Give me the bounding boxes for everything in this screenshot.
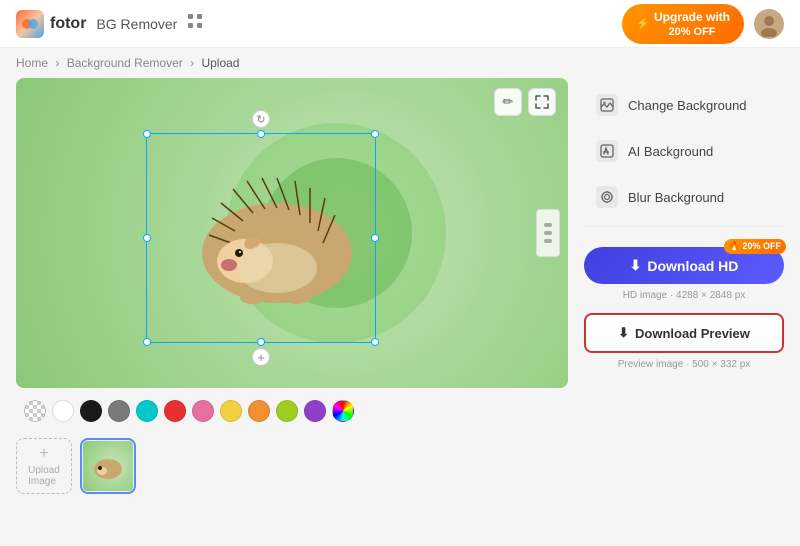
expand-tool-button[interactable]	[528, 88, 556, 116]
handle-top-left[interactable]	[143, 130, 151, 138]
header-right: ⚡ Upgrade with 20% OFF	[622, 4, 784, 44]
breadcrumb-home[interactable]: Home	[16, 56, 48, 70]
thumbnail-preview	[83, 441, 133, 491]
handle-bottom-mid[interactable]	[257, 338, 265, 346]
swatch-rainbow[interactable]	[332, 400, 354, 422]
download-preview-button[interactable]: ⬇ Download Preview	[584, 313, 784, 353]
handle-top-mid[interactable]	[257, 130, 265, 138]
selection-box[interactable]: ↻ +	[146, 133, 376, 343]
handle-bottom-left[interactable]	[143, 338, 151, 346]
handle-mid-left[interactable]	[143, 234, 151, 242]
change-bg-label: Change Background	[628, 98, 747, 113]
download-icon: ⬇	[630, 257, 642, 274]
swatch-yellow[interactable]	[220, 400, 242, 422]
upload-label: UploadImage	[28, 465, 60, 487]
swatch-transparent[interactable]	[24, 400, 46, 422]
logo-text: fotor	[50, 15, 86, 33]
logo-icon	[16, 10, 44, 38]
image-thumbnail[interactable]	[80, 438, 136, 494]
hd-image-info: HD image · 4288 × 2848 px	[584, 290, 784, 301]
change-background-option[interactable]: Change Background	[584, 84, 784, 126]
swatch-cyan[interactable]	[136, 400, 158, 422]
ai-bg-label: AI Background	[628, 144, 713, 159]
divider	[584, 226, 784, 227]
thumbnail-strip: + UploadImage	[16, 438, 568, 494]
download-hd-badge: 🔥 20% OFF	[724, 239, 786, 254]
change-bg-icon	[596, 94, 618, 116]
swatch-orange[interactable]	[248, 400, 270, 422]
canvas-area: ↻ + ✏	[16, 78, 568, 536]
upload-image-button[interactable]: + UploadImage	[16, 438, 72, 494]
main-content: ↻ + ✏	[0, 78, 800, 546]
bolt-icon: ⚡	[636, 17, 650, 30]
breadcrumb-bg-remover[interactable]: Background Remover	[67, 56, 183, 70]
right-panel: Change Background AI Background	[584, 78, 784, 536]
download-preview-label: Download Preview	[635, 326, 750, 341]
swatch-pink[interactable]	[192, 400, 214, 422]
grid-icon[interactable]	[187, 13, 203, 34]
header-left: fotor BG Remover	[16, 10, 203, 38]
rotate-handle[interactable]: ↻	[252, 110, 270, 128]
tool-name: BG Remover	[96, 16, 177, 32]
download-hd-label: Download HD	[647, 258, 738, 274]
canvas-toolbar: ✏	[494, 88, 556, 116]
handle-bottom-right[interactable]	[371, 338, 379, 346]
ai-background-option[interactable]: AI Background	[584, 130, 784, 172]
swatch-black[interactable]	[80, 400, 102, 422]
canvas-container: ↻ + ✏	[16, 78, 568, 388]
blur-bg-label: Blur Background	[628, 190, 724, 205]
blur-bg-icon	[596, 186, 618, 208]
handle-mid-right[interactable]	[371, 234, 379, 242]
breadcrumb-current: Upload	[201, 56, 239, 70]
color-swatches	[16, 396, 568, 426]
preview-image-info: Preview image · 500 × 332 px	[584, 359, 784, 370]
swatch-gray[interactable]	[108, 400, 130, 422]
swatch-purple[interactable]	[304, 400, 326, 422]
breadcrumb: Home › Background Remover › Upload	[0, 48, 800, 78]
handle-top-right[interactable]	[371, 130, 379, 138]
plus-icon: +	[39, 445, 48, 463]
avatar[interactable]	[754, 9, 784, 39]
blur-background-option[interactable]: Blur Background	[584, 176, 784, 218]
swatch-white[interactable]	[52, 400, 74, 422]
upgrade-button[interactable]: ⚡ Upgrade with 20% OFF	[622, 4, 744, 44]
swatch-lime[interactable]	[276, 400, 298, 422]
upgrade-text: Upgrade with 20% OFF	[654, 10, 730, 38]
side-panel-indicator[interactable]	[536, 209, 560, 257]
header: fotor BG Remover ⚡ Upgrade with 20% OFF	[0, 0, 800, 48]
preview-download-icon: ⬇	[618, 325, 629, 341]
swatch-red[interactable]	[164, 400, 186, 422]
pencil-tool-button[interactable]: ✏	[494, 88, 522, 116]
ai-bg-icon	[596, 140, 618, 162]
logo[interactable]: fotor	[16, 10, 86, 38]
add-handle[interactable]: +	[252, 348, 270, 366]
download-hd-button[interactable]: 🔥 20% OFF ⬇ Download HD	[584, 247, 784, 284]
